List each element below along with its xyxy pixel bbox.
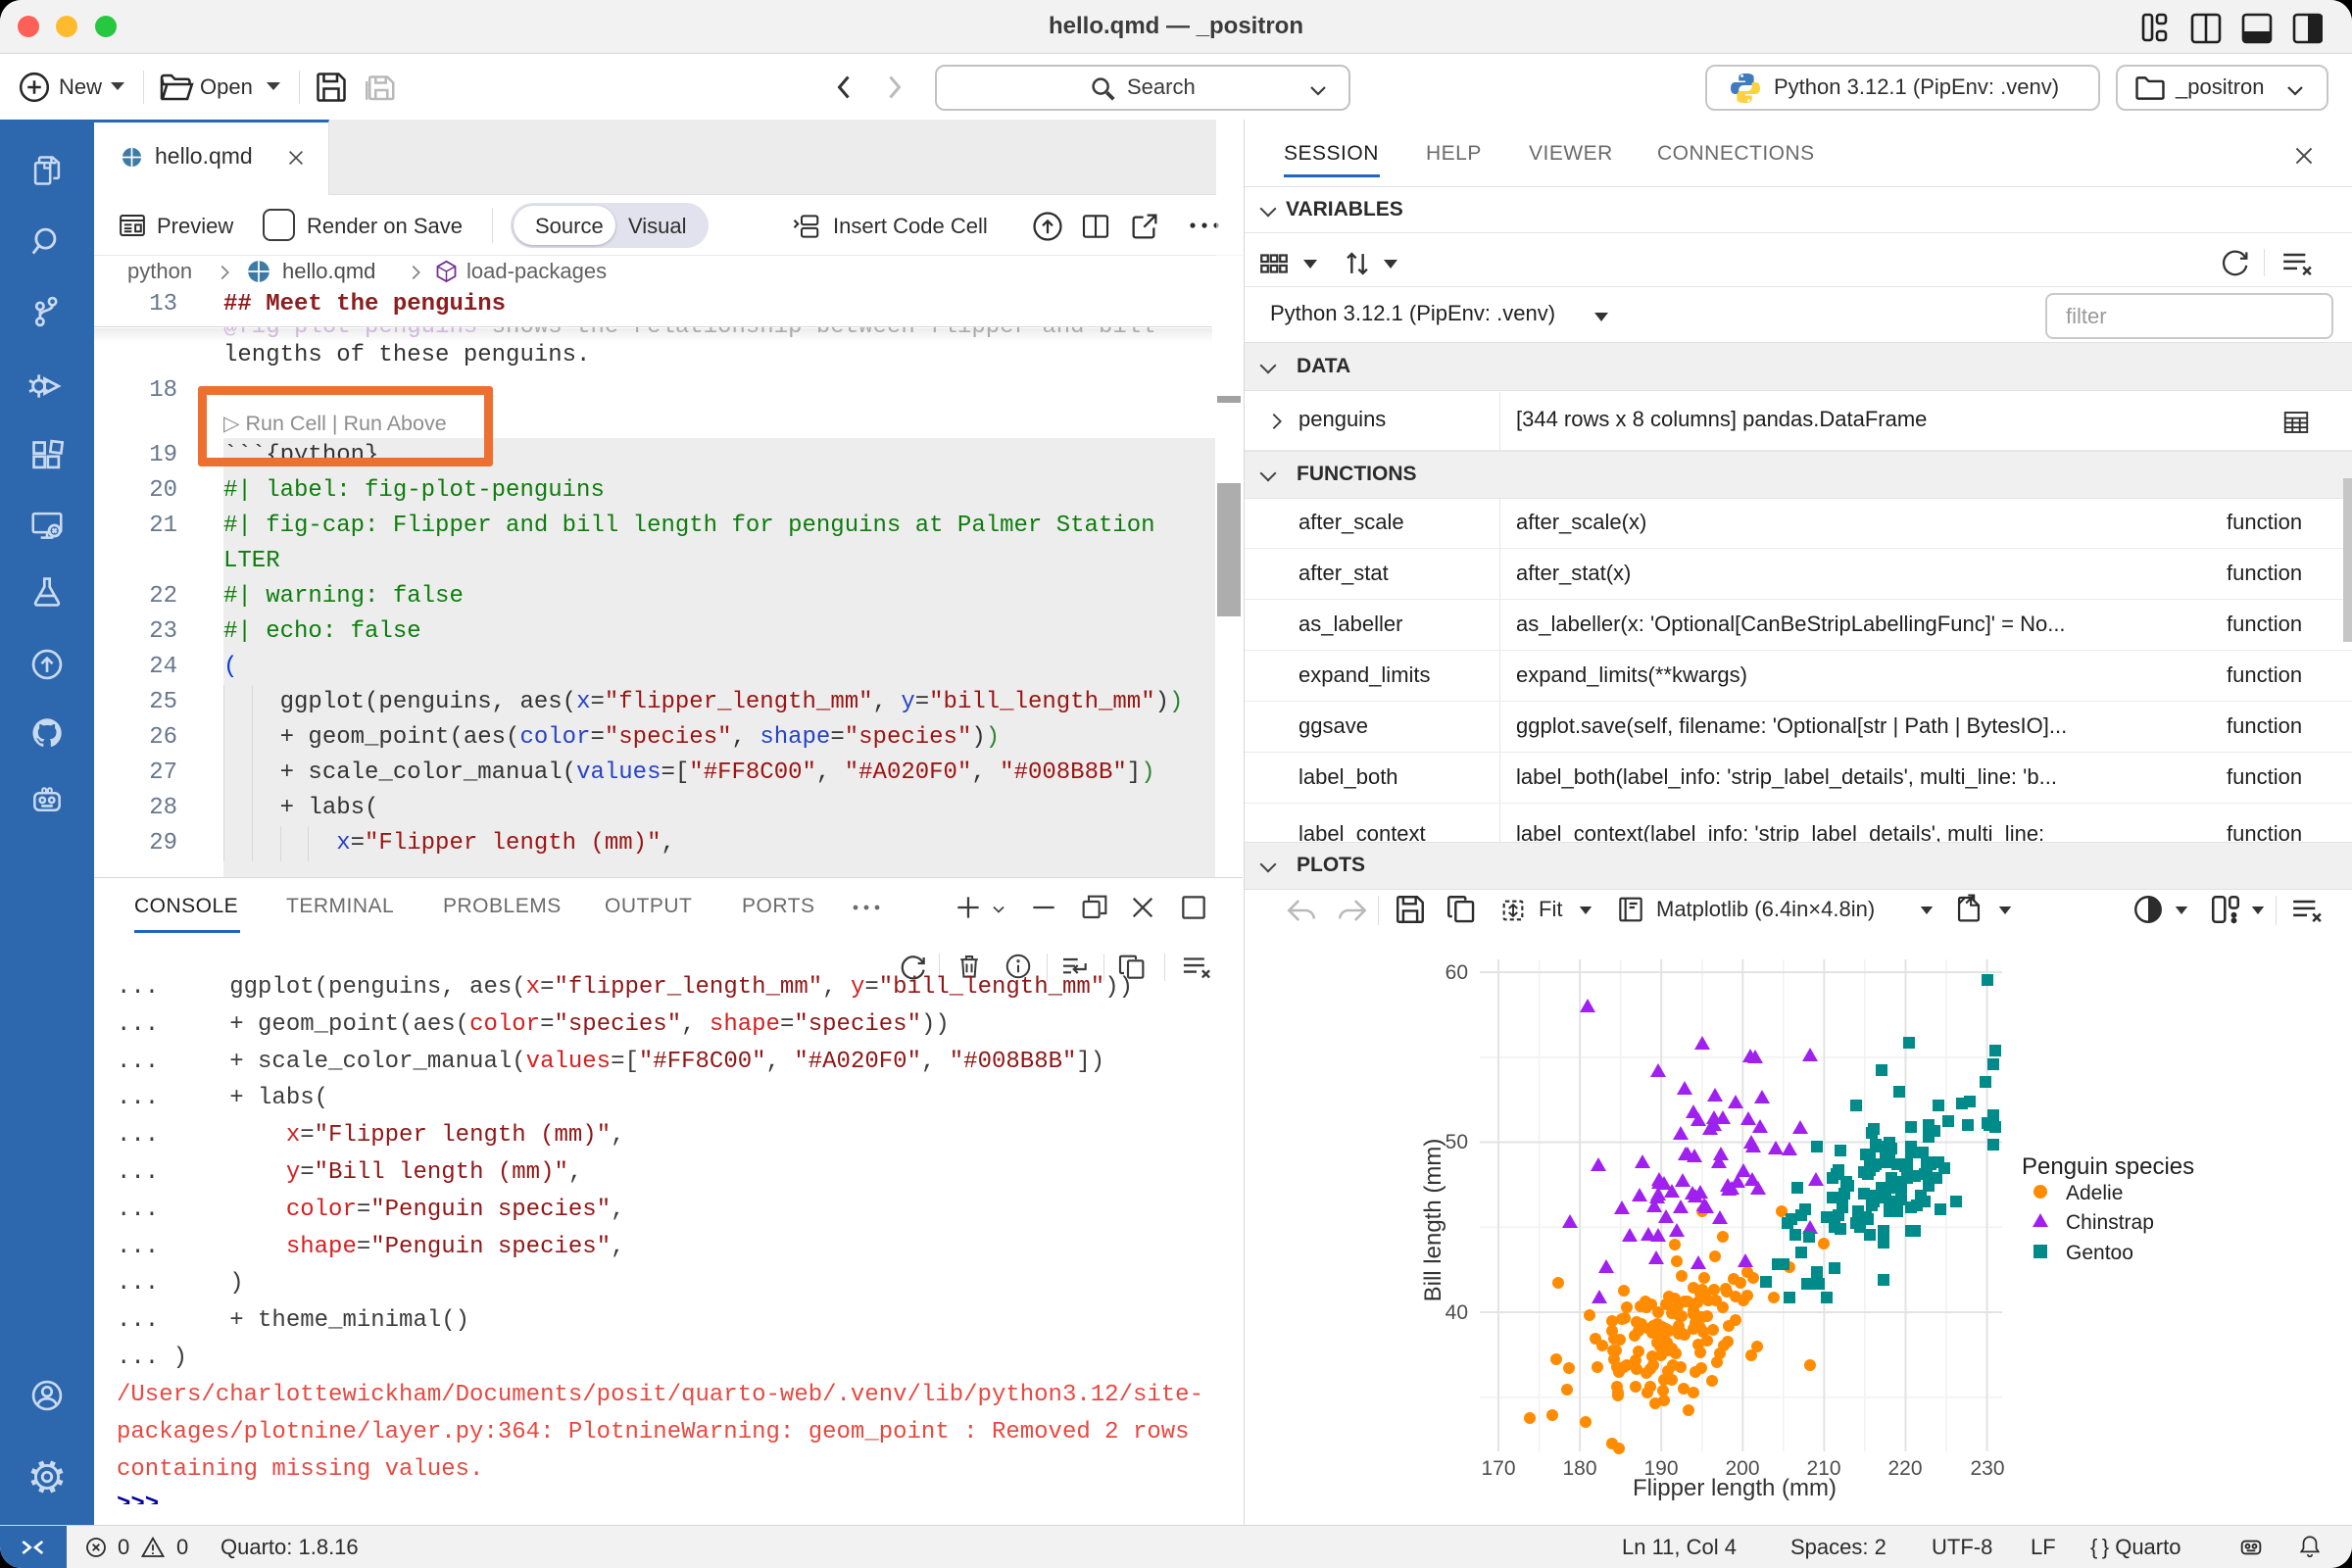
svg-text:50: 50	[1446, 1131, 1468, 1153]
svg-text:170: 170	[1481, 1457, 1515, 1480]
svg-text:Adelie: Adelie	[2066, 1182, 2123, 1204]
svg-text:Chinstrap: Chinstrap	[2066, 1211, 2154, 1234]
svg-text:Gentoo: Gentoo	[2066, 1242, 2133, 1264]
svg-text:Bill length (mm): Bill length (mm)	[1420, 1139, 1446, 1302]
svg-text:180: 180	[1562, 1457, 1596, 1480]
svg-text:Penguin species: Penguin species	[2022, 1153, 2194, 1180]
svg-text:40: 40	[1446, 1301, 1468, 1324]
svg-text:220: 220	[1887, 1457, 1922, 1480]
svg-text:60: 60	[1446, 961, 1468, 984]
svg-text:Flipper length (mm): Flipper length (mm)	[1633, 1475, 1837, 1501]
svg-text:230: 230	[1970, 1457, 2004, 1480]
